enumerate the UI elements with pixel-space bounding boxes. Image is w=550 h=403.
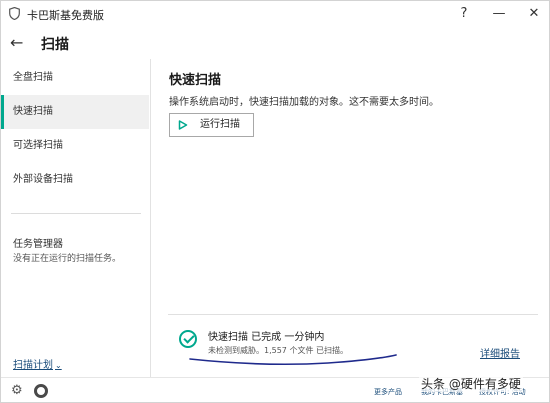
settings-gear-icon[interactable]: ⚙: [11, 384, 23, 398]
kaspersky-shield-icon: [9, 7, 20, 20]
scan-status-title: 快速扫描 已完成 一分钟内: [208, 332, 325, 343]
run-scan-label: 运行扫描: [200, 119, 240, 130]
sidebar-item-full-scan[interactable]: 全盘扫描: [1, 61, 149, 95]
section-description: 操作系统启动时，快速扫描加载的对象。这不需要太多时间。: [169, 97, 439, 108]
sidebar-item-external-device-scan[interactable]: 外部设备扫描: [1, 163, 149, 197]
run-scan-button[interactable]: 运行扫描: [169, 113, 254, 137]
scan-status-panel: 快速扫描 已完成 一分钟内 未检测到威胁。1,557 个文件 已扫描。 详细报告: [168, 314, 538, 366]
close-button[interactable]: ✕: [519, 3, 549, 25]
watermark-text: 头条 @硬件有多硬: [419, 375, 523, 392]
more-products-link[interactable]: 更多产品: [374, 387, 402, 397]
handdrawn-underline: [189, 354, 397, 366]
chevron-down-icon: ⌄: [55, 361, 62, 370]
section-title: 快速扫描: [169, 73, 222, 88]
sidebar-item-selective-scan[interactable]: 可选择扫描: [1, 129, 149, 163]
page-header: ← 扫描: [1, 27, 549, 63]
play-icon: [178, 120, 188, 130]
support-icon[interactable]: [34, 384, 48, 398]
sidebar: 全盘扫描 快速扫描 可选择扫描 外部设备扫描 任务管理器 没有正在运行的扫描任务…: [1, 59, 151, 377]
page-title: 扫描: [41, 37, 69, 53]
app-title: 卡巴斯基免费版: [27, 9, 104, 22]
scan-schedule-link[interactable]: 扫描计划 ⌄: [13, 356, 62, 371]
task-manager-title[interactable]: 任务管理器: [13, 235, 63, 250]
check-circle-icon: [179, 330, 197, 348]
sidebar-divider: [11, 213, 141, 214]
app-window: 卡巴斯基免费版 ? — ✕ ← 扫描 全盘扫描 快速扫描 可选择扫描 外部设备扫…: [0, 0, 550, 403]
detailed-report-link[interactable]: 详细报告: [480, 345, 520, 360]
title-bar: 卡巴斯基免费版 ? — ✕: [1, 1, 549, 27]
back-arrow-icon[interactable]: ←: [10, 33, 28, 53]
scan-schedule-label: 扫描计划: [13, 360, 53, 371]
sidebar-item-quick-scan[interactable]: 快速扫描: [1, 95, 149, 129]
help-button[interactable]: ?: [449, 3, 479, 25]
task-manager-status: 没有正在运行的扫描任务。: [13, 254, 122, 264]
minimize-button[interactable]: —: [484, 3, 514, 25]
